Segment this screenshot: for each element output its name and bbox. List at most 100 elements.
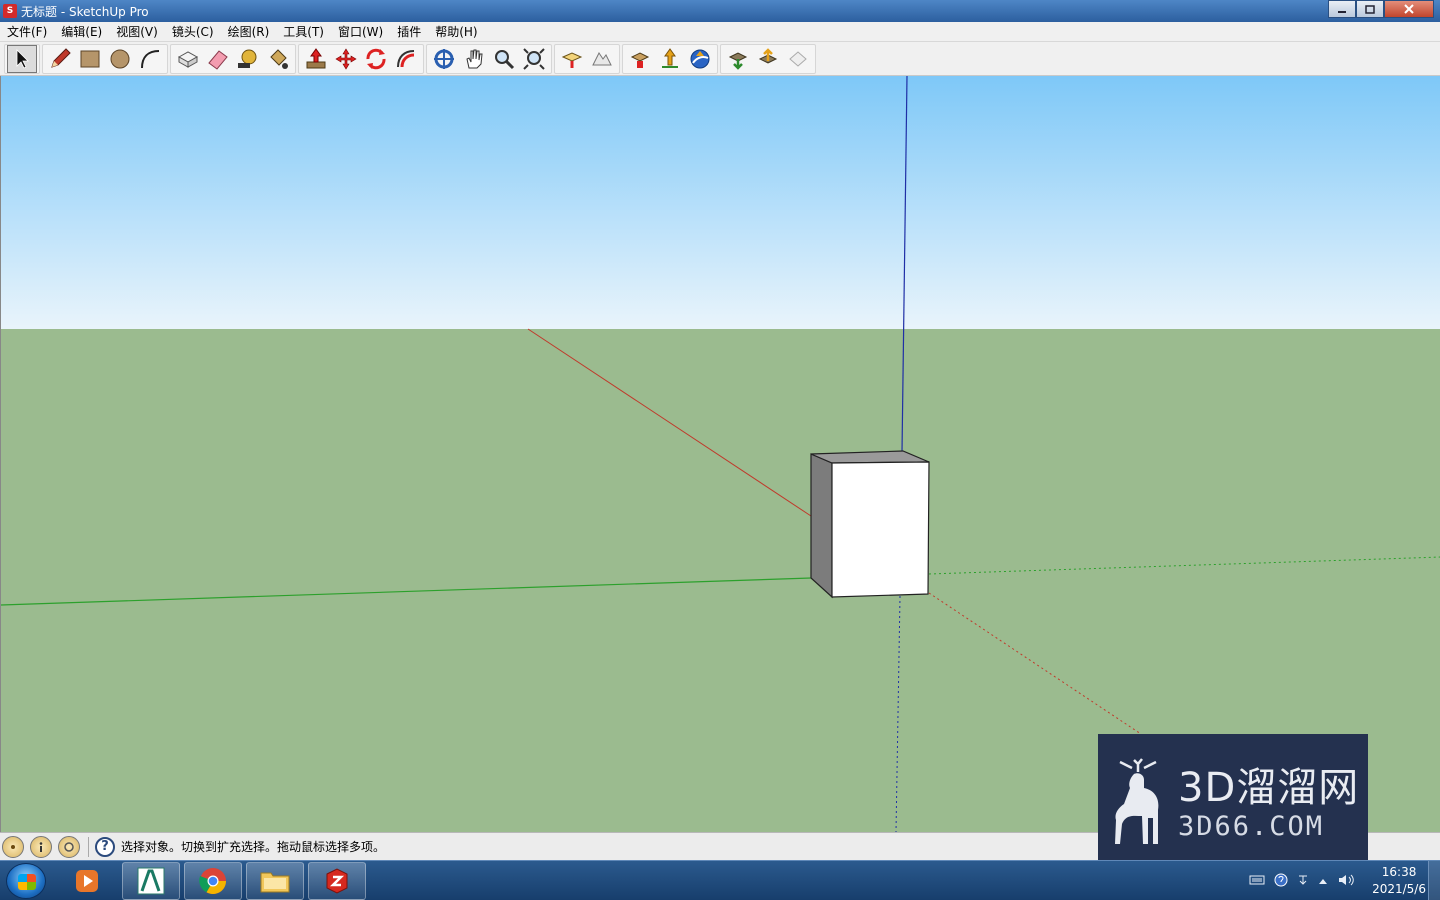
taskbar-chrome[interactable] [184,862,242,900]
menu-window[interactable]: 窗口(W) [331,23,390,40]
get-models-tool[interactable] [625,45,655,73]
draw-group [42,43,168,74]
keyboard-icon[interactable] [1249,874,1265,889]
taskbar-autocad[interactable] [122,862,180,900]
terrain-icon [592,51,612,65]
taskbar-sketchup[interactable] [308,862,366,900]
file-explorer-icon [260,872,290,893]
pencil-tool[interactable] [45,45,75,73]
box-front-face[interactable] [831,461,930,598]
orbit-tool[interactable] [429,45,459,73]
move-tool[interactable] [331,45,361,73]
credits-icon[interactable] [30,835,52,858]
arrow-cursor-icon [16,48,29,69]
location-group [554,43,620,74]
status-divider [88,836,89,857]
taskbar-file-explorer[interactable] [246,862,304,900]
close-icon [1404,4,1414,14]
autocad-icon [137,867,165,895]
arc-icon [141,49,160,68]
question-glyph [1274,873,1288,886]
system-tray: 16:38 2021/5/6 [1249,861,1426,900]
taskbar-media-player[interactable] [58,862,116,900]
get-components-tool[interactable] [723,45,753,73]
geo-location-glyph [11,844,15,849]
add-location-tool[interactable] [557,45,587,73]
volume-icon[interactable] [1337,873,1355,890]
windows-logo-icon [18,874,36,890]
zoom-extents-icon [523,47,545,70]
components-group [720,43,816,74]
menu-camera[interactable]: 镜头(C) [165,23,221,40]
box-side-face[interactable] [810,453,833,599]
speaker-glyph [1339,874,1354,885]
paint-bucket-tool[interactable] [263,45,293,73]
up-chevron-icon [1319,878,1328,884]
pan-tool[interactable] [459,45,489,73]
menu-edit[interactable]: 编辑(E) [54,23,109,40]
scene-canvas[interactable] [1,76,1440,832]
watermark-url: 3D66.COM [1178,810,1325,842]
minimize-button[interactable] [1328,0,1356,18]
make-component-tool[interactable] [173,45,203,73]
menu-help[interactable]: 帮助(H) [428,23,484,40]
user-icon[interactable] [58,835,80,858]
tape-measure-tool[interactable] [233,45,263,73]
help-icon[interactable]: ? [95,836,115,857]
rectangle-tool[interactable] [75,45,105,73]
edit-group [298,43,424,74]
info-glyph [39,841,43,852]
start-button[interactable] [6,863,46,899]
help-tray-icon[interactable] [1274,873,1288,890]
model-viewport[interactable] [0,76,1440,832]
share-component-tool[interactable] [753,45,783,73]
pencil-icon [51,47,71,68]
share-model-icon [662,47,678,68]
system-clock[interactable]: 16:38 2021/5/6 [1372,864,1426,898]
camera-group [426,43,552,74]
show-hidden-icon[interactable] [1318,875,1328,888]
share-model-tool[interactable] [655,45,685,73]
network-icon[interactable] [1297,873,1309,890]
title-bar: S 无标题 - SketchUp Pro [0,0,1440,22]
follow-me-icon [397,49,415,67]
select-tool[interactable] [7,44,37,73]
hand-icon [466,49,483,68]
upload-tool[interactable] [783,45,813,73]
rotate-tool[interactable] [361,45,391,73]
rotate-icon [366,48,386,69]
zoom-extents-tool[interactable] [519,45,549,73]
google-earth-icon [690,49,710,68]
window-controls [1328,0,1434,18]
sketchup-app-icon[interactable]: S [3,4,17,18]
menu-view[interactable]: 视图(V) [109,23,165,40]
orbit-icon [434,48,454,69]
user-glyph [64,841,74,852]
close-button[interactable] [1384,0,1434,18]
upload-component-icon [758,47,778,64]
circle-tool[interactable] [105,45,135,73]
minimize-icon [1338,11,1346,13]
disabled-upload-icon [789,50,807,67]
watermark: 3D溜溜网 3D66.COM [1098,734,1368,872]
push-pull-icon [306,47,326,68]
rectangle-icon [80,50,100,67]
show-desktop-button[interactable] [1428,861,1440,900]
google-earth-tool[interactable] [685,45,715,73]
push-pull-tool[interactable] [301,45,331,73]
arc-tool[interactable] [135,45,165,73]
menu-plugins[interactable]: 插件 [390,23,428,40]
geo-location-icon[interactable] [2,835,24,858]
media-player-icon [76,870,98,892]
follow-me-tool[interactable] [391,45,421,73]
maximize-button[interactable] [1356,0,1384,18]
eraser-tool[interactable] [203,45,233,73]
menu-file[interactable]: 文件(F) [0,23,54,40]
menu-draw[interactable]: 绘图(R) [221,23,277,40]
main-toolbar [0,42,1440,76]
box-object[interactable] [810,450,930,599]
zoom-tool[interactable] [489,45,519,73]
toggle-terrain-tool[interactable] [587,45,617,73]
menu-tools[interactable]: 工具(T) [276,23,331,40]
select-group [4,43,40,74]
